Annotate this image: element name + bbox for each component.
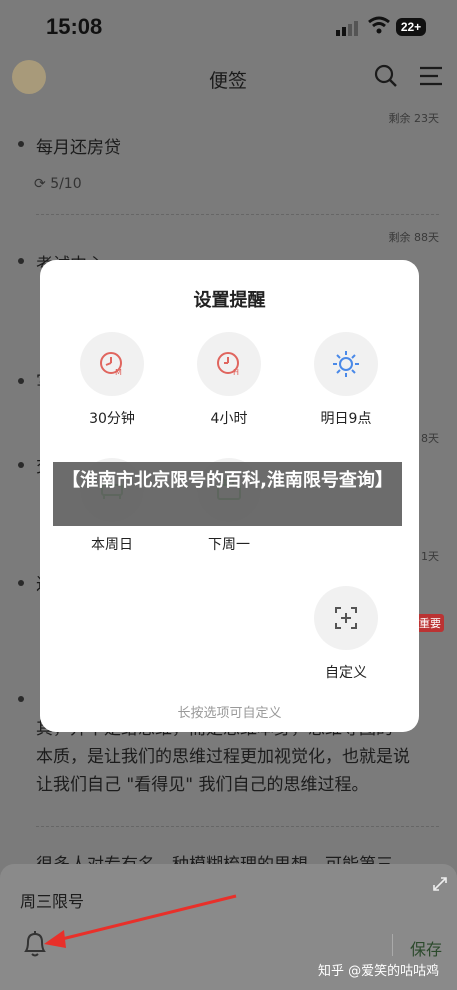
- annotation-arrow: [44, 894, 237, 948]
- watermark: 知乎 @爱笑的咕咕鸡: [318, 964, 440, 979]
